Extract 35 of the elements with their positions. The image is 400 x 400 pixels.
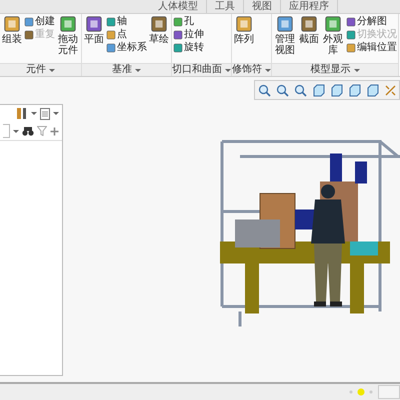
ribbon-button[interactable]: 孔 <box>173 15 204 28</box>
ribbon-button[interactable]: 旋转 <box>173 41 204 54</box>
zoom-in-icon[interactable] <box>274 82 290 98</box>
caret-icon[interactable] <box>13 130 19 132</box>
ribbon-button[interactable]: 管理视图 <box>273 15 297 56</box>
search-icon[interactable] <box>22 126 34 136</box>
ribbon-tab[interactable]: 应用程序 <box>281 0 338 13</box>
ribbon-button[interactable]: 点 <box>106 28 147 41</box>
ribbon-button[interactable]: 阵列 <box>233 15 255 45</box>
caret-icon <box>49 68 55 72</box>
status-indicator-icon <box>348 388 374 396</box>
ribbon-button[interactable]: 草绘 <box>148 15 170 45</box>
ribbon-tab[interactable]: 视图 <box>244 0 281 13</box>
document-icon[interactable] <box>40 108 50 120</box>
caret-icon <box>354 68 360 72</box>
ribbon-button[interactable]: 组装 <box>1 15 23 45</box>
ribbon-tab[interactable]: 工具 <box>207 0 244 13</box>
plus-icon[interactable] <box>50 126 59 136</box>
caret-icon[interactable] <box>31 112 37 115</box>
ribbon-button[interactable]: 外观库 <box>321 15 345 56</box>
ribbon-tab[interactable]: 人体模型 <box>150 0 207 13</box>
zoom-out-icon[interactable] <box>292 82 308 98</box>
caret-icon <box>135 68 141 72</box>
ribbon-button[interactable]: 拖动元件 <box>56 15 80 56</box>
ribbon-button[interactable]: 坐标系 <box>106 41 147 54</box>
dropdown-field[interactable] <box>3 124 10 138</box>
ribbon-button[interactable]: 创建 <box>24 15 55 28</box>
ribbon-button[interactable]: 分解图 <box>346 15 397 28</box>
caret-icon[interactable] <box>53 112 59 115</box>
ribbon-button[interactable]: 拉伸 <box>173 28 204 41</box>
ribbon-button[interactable]: 编辑位置 <box>346 41 397 54</box>
ribbon-button[interactable]: 截面 <box>298 15 320 45</box>
ribbon-button[interactable]: 平面 <box>83 15 105 45</box>
ribbon-button[interactable]: 轴 <box>106 15 147 28</box>
refit-icon[interactable] <box>256 82 272 98</box>
